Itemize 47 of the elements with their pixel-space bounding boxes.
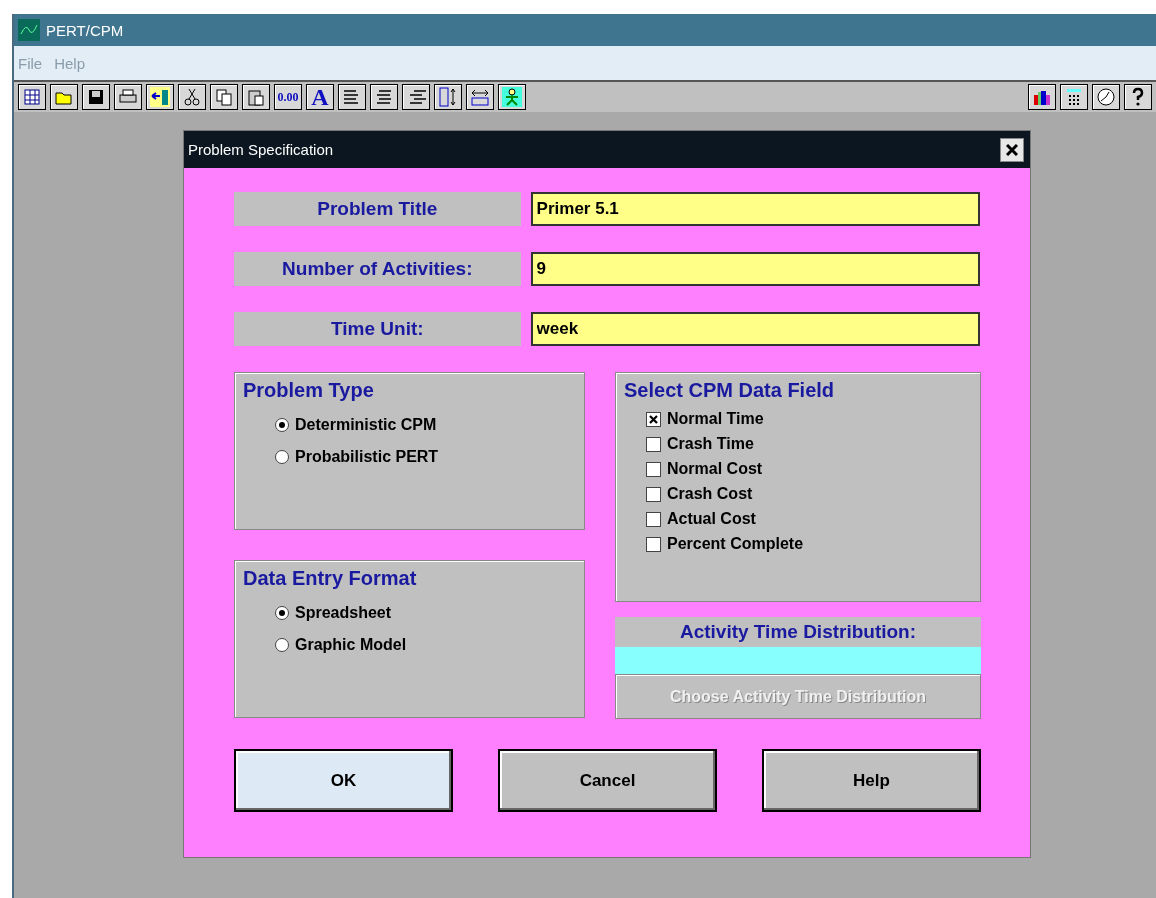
field-label: Time Unit: (234, 312, 521, 346)
dialog-button[interactable]: OK (234, 749, 453, 812)
column-width-icon[interactable] (466, 84, 494, 110)
close-icon (1006, 143, 1018, 156)
radio-option[interactable]: Graphic Model (275, 636, 576, 654)
dialog-title: Problem Specification (188, 141, 334, 158)
checkbox-option[interactable]: Crash Time (646, 435, 972, 453)
number-format-button[interactable]: 0.00 (274, 84, 302, 110)
radio-option[interactable]: Deterministic CPM (275, 416, 576, 434)
input-field[interactable]: 9 (530, 252, 980, 286)
align-left-icon[interactable] (338, 84, 366, 110)
cut-icon[interactable] (178, 84, 206, 110)
field-label: Number of Activities: (234, 252, 521, 286)
group-title: Select CPM Data Field (624, 379, 836, 402)
group-title: Data Entry Format (243, 567, 418, 590)
checkbox-option[interactable]: Crash Cost (646, 485, 972, 503)
printer-icon[interactable] (114, 84, 142, 110)
group-title: Problem Type (243, 379, 375, 402)
checkbox-option[interactable]: Normal Time (646, 410, 972, 428)
row-height-icon[interactable] (434, 84, 462, 110)
window-title: PERT/CPM (46, 21, 124, 39)
grid-icon[interactable] (18, 84, 46, 110)
clock-icon[interactable] (1092, 84, 1120, 110)
checkbox-option[interactable]: Percent Complete (646, 535, 972, 553)
calculator-icon[interactable] (1060, 84, 1088, 110)
field-label: Problem Title (234, 192, 521, 226)
align-center-icon[interactable] (370, 84, 398, 110)
checkbox-option[interactable]: Normal Cost (646, 460, 972, 478)
checkbox-option[interactable]: Actual Cost (646, 510, 972, 528)
dialog-button[interactable]: Help (762, 749, 981, 812)
close-button[interactable] (1000, 137, 1024, 162)
copy-icon[interactable] (210, 84, 238, 110)
align-right-icon[interactable] (402, 84, 430, 110)
distribution-label: Activity Time Distribution: (615, 617, 981, 647)
app-icon (18, 19, 40, 41)
running-figure-icon[interactable] (498, 84, 526, 110)
input-field[interactable]: week (530, 312, 980, 346)
help-icon[interactable] (1124, 84, 1152, 110)
folder-icon[interactable] (50, 84, 78, 110)
radio-option[interactable]: Probabilistic PERT (275, 448, 576, 466)
paste-icon[interactable] (242, 84, 270, 110)
font-button[interactable]: A (306, 84, 334, 110)
input-field[interactable]: Primer 5.1 (530, 192, 980, 226)
exit-door-icon[interactable] (146, 84, 174, 110)
bar-chart-icon[interactable] (1028, 84, 1056, 110)
dialog-button[interactable]: Cancel (498, 749, 717, 812)
radio-option[interactable]: Spreadsheet (275, 604, 576, 622)
